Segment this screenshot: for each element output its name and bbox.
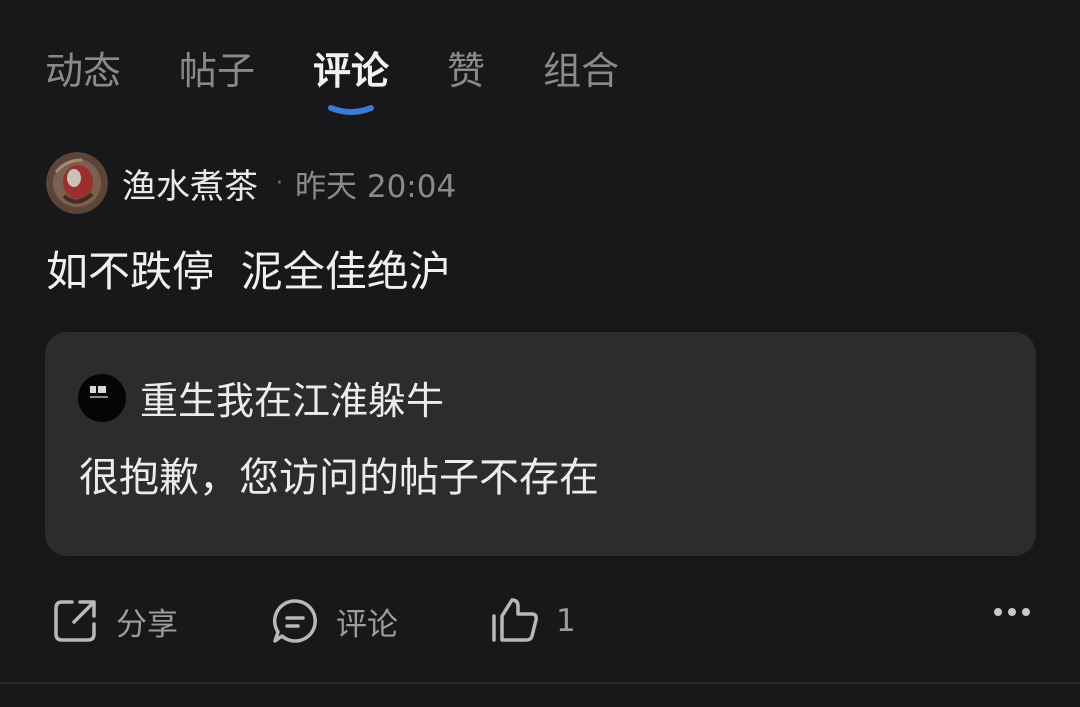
tab-portfolio[interactable]: 组合 <box>543 48 619 94</box>
avatar-image <box>46 152 108 214</box>
comment-header: 渔水煮茶 · 昨天 20:04 <box>46 152 456 214</box>
tab-activity[interactable]: 动态 <box>45 48 121 94</box>
comment-timestamp: 昨天 20:04 <box>295 168 457 205</box>
comment-text: 如不跌停 泥全佳绝沪 <box>46 247 451 296</box>
more-dot <box>1008 608 1016 616</box>
share-button[interactable]: 分享 <box>50 590 178 652</box>
tab-likes[interactable]: 赞 <box>447 48 485 94</box>
active-tab-indicator <box>328 105 375 115</box>
tab-comments[interactable]: 评论 <box>313 48 390 115</box>
quoted-author-name[interactable]: 重生我在江淮躲牛 <box>140 370 444 425</box>
quoted-post-header: 重生我在江淮躲牛 <box>78 370 444 425</box>
like-button[interactable]: 1 <box>490 590 576 652</box>
avatar[interactable] <box>46 152 108 214</box>
comment-button[interactable]: 评论 <box>270 590 398 652</box>
share-icon <box>54 600 96 642</box>
comment-label: 评论 <box>336 606 398 643</box>
tab-bar: 动态 帖子 评论 赞 组合 <box>45 48 677 118</box>
share-label: 分享 <box>116 606 178 643</box>
quoted-post-card[interactable]: 重生我在江淮躲牛 很抱歉，您访问的帖子不存在 <box>45 332 1036 556</box>
comment-icon <box>272 599 317 643</box>
quoted-post-text: 很抱歉，您访问的帖子不存在 <box>79 455 599 501</box>
tab-comments-label: 评论 <box>313 49 390 93</box>
divider <box>0 682 1080 684</box>
more-options-icon[interactable] <box>988 608 1030 616</box>
action-bar: 分享 评论 1 <box>0 590 1080 652</box>
tab-posts[interactable]: 帖子 <box>179 48 255 94</box>
more-dot <box>1022 608 1030 616</box>
meta-separator: · <box>276 170 283 196</box>
more-dot <box>994 608 1002 616</box>
comment-author-name[interactable]: 渔水煮茶 <box>122 159 258 208</box>
quoted-author-avatar-image <box>78 373 126 422</box>
thumbs-up-icon <box>492 598 538 642</box>
like-count: 1 <box>556 603 576 639</box>
quoted-author-avatar[interactable] <box>78 373 126 422</box>
